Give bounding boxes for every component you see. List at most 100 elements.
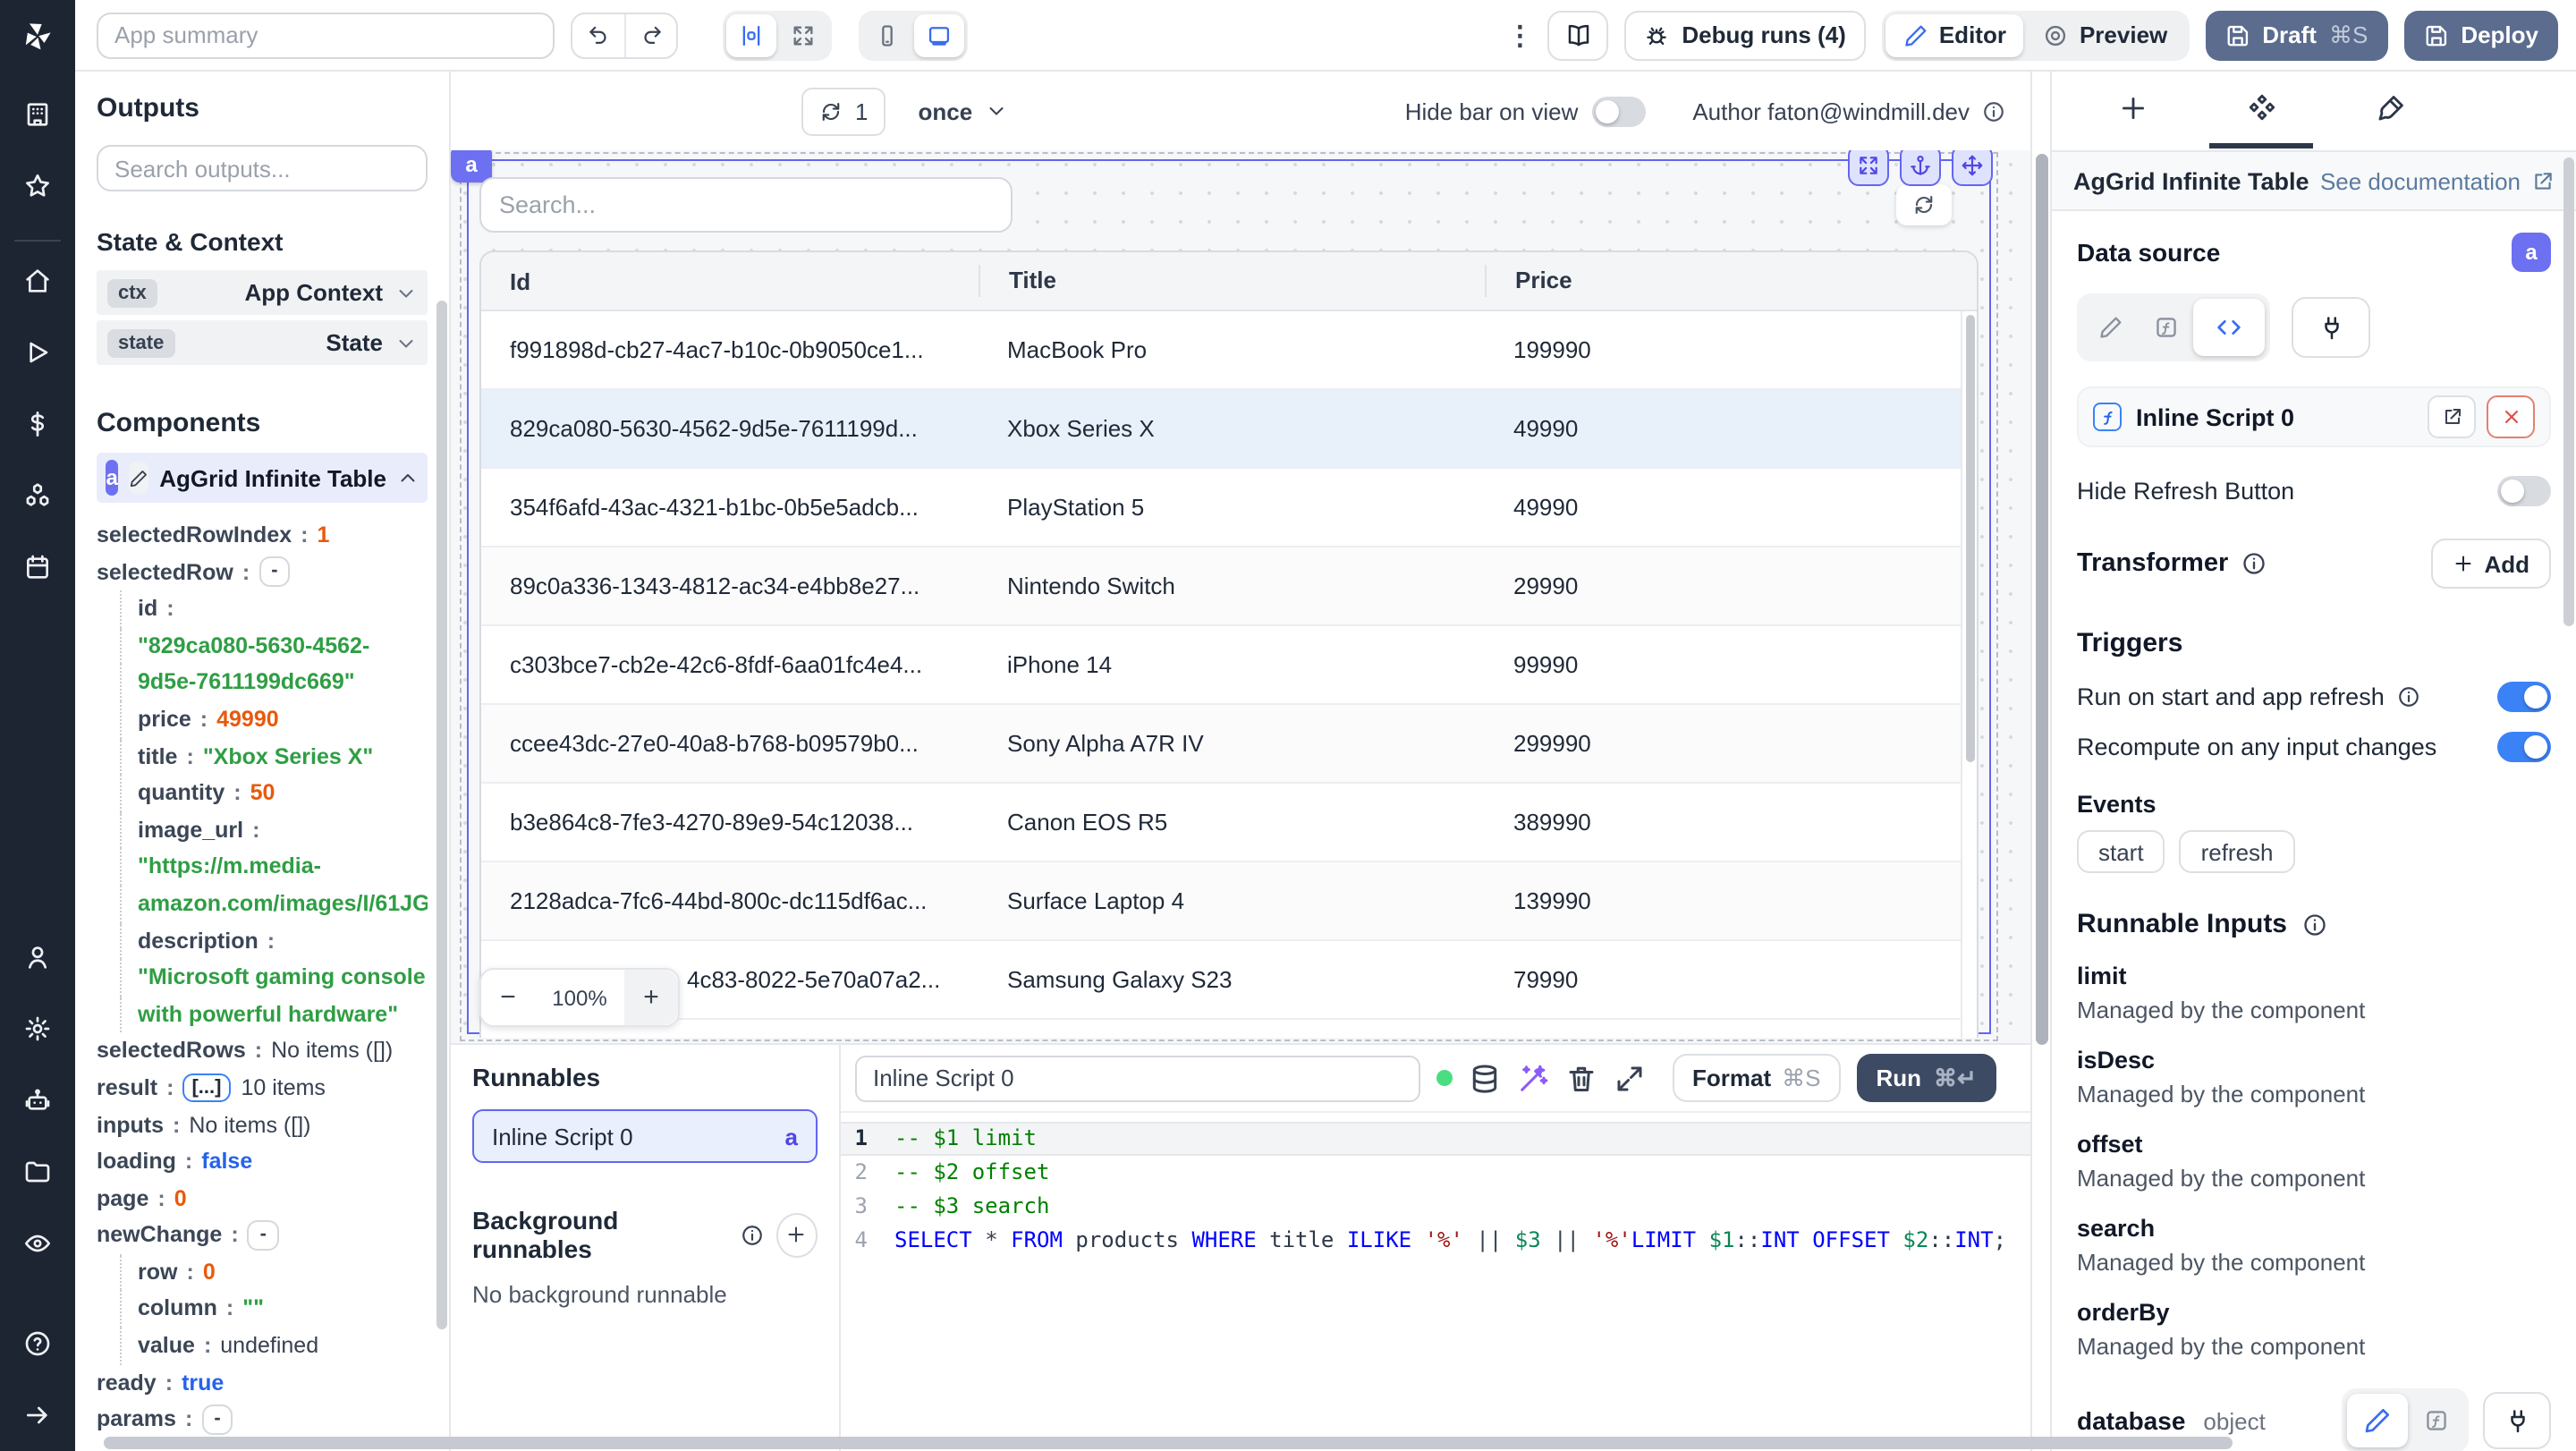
output-entry[interactable]: value: undefined [120, 1328, 428, 1365]
table-row[interactable]: 2128adca-7fc6-44bd-800c-dc115df6ac... Sur… [481, 862, 1977, 941]
draft-button[interactable]: Draft ⌘S [2205, 10, 2388, 60]
output-entry[interactable]: description: [120, 922, 428, 960]
component-outputs-header[interactable]: a AgGrid Infinite Table [97, 453, 428, 503]
schedule-dropdown[interactable]: once [918, 98, 1006, 124]
hide-bar-toggle[interactable] [1592, 96, 1647, 126]
output-entry[interactable]: "https://m.media- [120, 848, 428, 886]
user-icon[interactable] [23, 943, 52, 972]
collapse-rail-icon[interactable] [23, 1401, 52, 1430]
info-icon[interactable] [2397, 685, 2420, 709]
script-name-input[interactable] [855, 1055, 1420, 1101]
tab-preview[interactable]: Preview [2026, 13, 2185, 56]
move-component-button[interactable] [1952, 150, 1993, 186]
info-icon[interactable] [740, 1223, 763, 1246]
expand-editor-icon[interactable] [1614, 1062, 1646, 1094]
center-layout-button[interactable] [726, 13, 776, 56]
code-line[interactable]: 1 -- $1 limit [841, 1122, 2030, 1156]
component-refresh-button[interactable] [1896, 184, 1952, 225]
table-row[interactable]: 354f6afd-43ac-4321-b1bc-0b5e5adcb... Play… [481, 469, 1977, 547]
more-menu-button[interactable]: ⋮ [1506, 19, 1533, 51]
output-entry[interactable]: newChange: - [97, 1218, 428, 1254]
event-chip-start[interactable]: start [2077, 830, 2165, 873]
anchor-component-button[interactable] [1900, 150, 1941, 186]
output-entry[interactable]: selectedRows: No items ([]) [97, 1033, 428, 1070]
output-entry[interactable]: selectedRowIndex:1 [97, 517, 428, 554]
database-function-button[interactable] [2408, 1396, 2463, 1446]
format-button[interactable]: Format ⌘S [1673, 1054, 1841, 1102]
outputs-scrollbar[interactable] [436, 301, 447, 1329]
state-row[interactable]: state State [97, 320, 428, 365]
runnable-item-inline-script-0[interactable]: Inline Script 0 a [472, 1109, 818, 1163]
see-documentation-link[interactable]: See documentation [2320, 167, 2555, 194]
runs-icon[interactable] [23, 338, 52, 367]
refresh-count-button[interactable]: 1 [801, 87, 886, 135]
table-row[interactable]: 829ca080-5630-4562-9d5e-7611199d... Xbox … [481, 390, 1977, 469]
database-connect-button[interactable] [2483, 1392, 2551, 1449]
static-source-button[interactable] [2082, 302, 2138, 352]
info-icon[interactable] [2241, 551, 2266, 576]
add-transformer-button[interactable]: Add [2430, 539, 2551, 589]
column-header-id[interactable]: Id [481, 267, 979, 294]
undo-button[interactable] [572, 13, 624, 56]
favorites-icon[interactable] [23, 172, 52, 200]
table-row[interactable]: f991898d-cb27-4ac7-b10c-0b9050ce1... MacB… [481, 311, 1977, 390]
output-entry[interactable]: params: - [97, 1402, 428, 1438]
settings-scrollbar[interactable] [2563, 157, 2574, 626]
zoom-in-button[interactable]: + [624, 970, 678, 1025]
ai-wand-icon[interactable] [1517, 1062, 1549, 1094]
output-entry[interactable]: selectedRow: - [97, 554, 428, 590]
delete-script-icon[interactable] [1565, 1062, 1597, 1094]
output-entry[interactable]: loading: false [97, 1143, 428, 1180]
app-canvas[interactable]: a Search... Id Title Price f991898d-cb27… [451, 150, 2030, 1043]
home-icon[interactable] [23, 267, 52, 295]
table-row[interactable]: ccee43dc-27e0-40a8-b768-b09579b0... Sony … [481, 705, 1977, 784]
workspace-icon[interactable] [23, 100, 52, 129]
open-script-button[interactable] [2428, 395, 2476, 438]
output-entry[interactable]: ready: true [97, 1364, 428, 1401]
resources-icon[interactable] [23, 481, 52, 510]
table-row[interactable]: b3e864c8-7fe3-4270-89e9-54c12038... Canon… [481, 784, 1977, 862]
output-entry[interactable]: row:0 [120, 1253, 428, 1291]
zoom-out-button[interactable]: − [481, 970, 535, 1025]
output-entry[interactable]: page:0 [97, 1180, 428, 1217]
tab-styling[interactable] [2338, 72, 2442, 148]
output-entry[interactable]: id: [120, 590, 428, 628]
horizontal-scrollbar[interactable] [104, 1437, 2233, 1449]
docs-button[interactable] [1547, 10, 1609, 60]
output-entry[interactable]: result: [...] 10 items [97, 1070, 428, 1107]
column-header-title[interactable]: Title [979, 265, 1485, 297]
ai-icon[interactable] [23, 1086, 52, 1115]
code-line[interactable]: 3 -- $3 search [841, 1190, 2030, 1224]
search-outputs-input[interactable] [97, 145, 428, 191]
run-on-start-toggle[interactable] [2497, 682, 2551, 712]
output-entry[interactable]: amazon.com/images/I/61JGKho [120, 885, 428, 923]
help-icon[interactable] [23, 1329, 52, 1358]
event-chip-refresh[interactable]: refresh [2179, 830, 2295, 873]
code-editor[interactable]: 1 -- $1 limit 2 -- $2 offset 3 -- $3 search 4 S… [841, 1113, 2030, 1451]
settings-icon[interactable] [23, 1014, 52, 1043]
table-row[interactable]: 4c83-8022-5e70a07a2... Samsung Galaxy S23… [481, 941, 1977, 1020]
info-icon[interactable] [1982, 99, 2005, 123]
folders-icon[interactable] [23, 1158, 52, 1186]
recompute-toggle[interactable] [2497, 732, 2551, 762]
code-line[interactable]: 4 SELECT * FROM products WHERE title ILIK… [841, 1224, 2030, 1258]
hide-refresh-toggle[interactable] [2497, 476, 2551, 506]
fullwidth-layout-button[interactable] [778, 13, 828, 56]
tab-settings[interactable] [2209, 72, 2313, 148]
table-row[interactable]: 89c0a336-1343-4812-ac34-e4bb8e27... Ninte… [481, 547, 1977, 626]
canvas-scrollbar[interactable] [2030, 72, 2050, 1451]
delete-script-button[interactable] [2487, 395, 2535, 438]
watch-icon[interactable] [23, 1229, 52, 1258]
table-search-input[interactable]: Search... [479, 177, 1013, 233]
add-background-runnable-button[interactable] [775, 1212, 818, 1257]
aggrid-component[interactable]: a Search... Id Title Price f991898d-cb27… [451, 150, 1998, 1041]
edit-component-id-button[interactable] [129, 462, 149, 494]
deploy-button[interactable]: Deploy [2403, 10, 2558, 60]
redo-button[interactable] [624, 13, 676, 56]
code-source-button[interactable] [2193, 299, 2265, 356]
app-summary-input[interactable] [97, 12, 555, 58]
column-header-price[interactable]: Price [1485, 265, 1977, 297]
output-entry[interactable]: "Microsoft gaming console [120, 959, 428, 997]
connect-source-button[interactable] [2292, 297, 2370, 358]
database-static-button[interactable] [2347, 1394, 2408, 1447]
